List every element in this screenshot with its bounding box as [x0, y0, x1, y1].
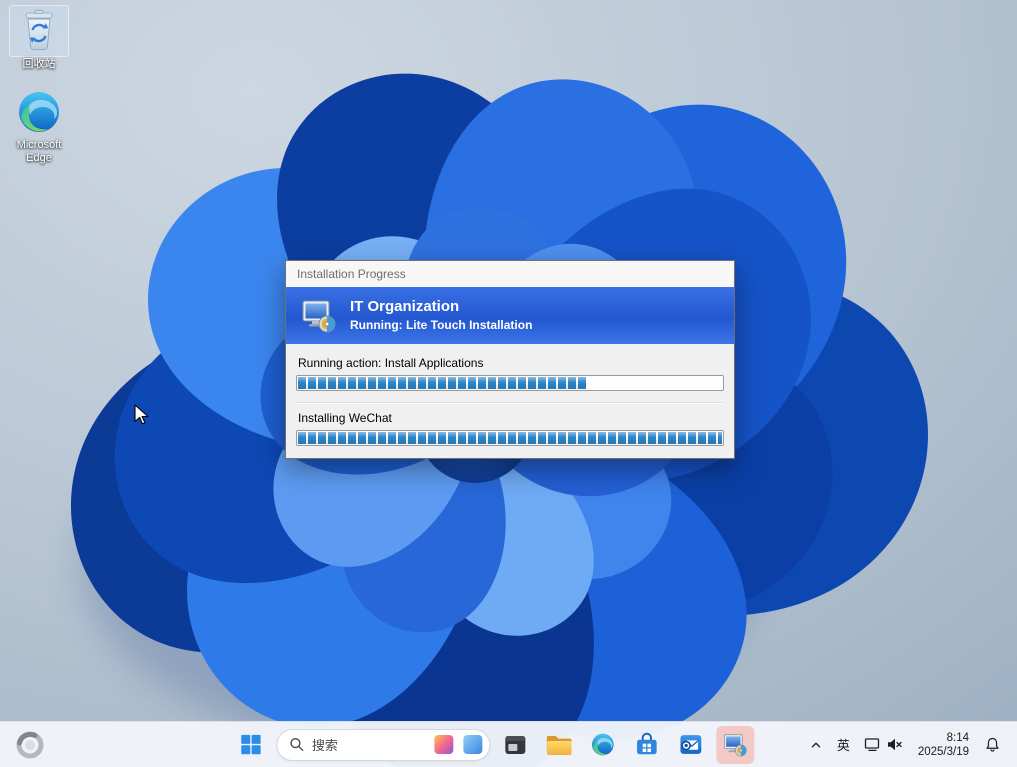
- installing-label: Installing WeChat: [298, 411, 392, 425]
- taskbar-app-window[interactable]: [496, 726, 534, 764]
- mdt-installer-icon: [302, 300, 336, 332]
- tray-clock[interactable]: 8:14 2025/3/19: [911, 727, 976, 763]
- windows-logo-icon: [241, 734, 261, 755]
- clock-date: 2025/3/19: [917, 745, 969, 758]
- app-window-icon: [504, 735, 525, 754]
- installing-progressbar: [296, 430, 724, 446]
- chevron-up-icon: [811, 742, 820, 747]
- search-icon: [289, 737, 303, 752]
- dialog-banner: IT Organization Running: Lite Touch Inst…: [286, 287, 734, 344]
- taskbar-mdt-installer[interactable]: [715, 725, 754, 764]
- search-placeholder: 搜索: [311, 738, 338, 753]
- tray-chevron-up[interactable]: [803, 727, 829, 763]
- dialog-divider: [296, 402, 724, 404]
- desktop-icon-list: 回收站 Microsoft Edge: [2, 5, 76, 165]
- clock-time: 8:14: [946, 731, 969, 744]
- taskbar: 搜索 英 8:14 2025/3/19: [0, 721, 1017, 767]
- corner-widget-icon[interactable]: [15, 730, 45, 760]
- file-explorer-icon: [546, 735, 572, 755]
- taskbar-outlook[interactable]: [672, 726, 710, 764]
- desktop: 回收站 Microsoft Edge Installation Progress…: [0, 0, 1017, 767]
- dialog-banner-title: IT Organization: [350, 298, 460, 315]
- edge-icon: [10, 87, 68, 137]
- recycle-bin-icon: [9, 5, 69, 57]
- taskbar-center: 搜索: [232, 722, 754, 767]
- installation-progress-dialog: Installation Progress IT Organization Ru…: [285, 260, 735, 459]
- taskbar-tray: 英 8:14 2025/3/19: [803, 722, 1015, 767]
- dialog-banner-subtitle: Running: Lite Touch Installation: [350, 318, 533, 332]
- desktop-icon-edge[interactable]: Microsoft Edge: [2, 87, 76, 165]
- edge-taskbar-icon: [591, 733, 614, 756]
- ime-language-label: 英: [836, 738, 850, 753]
- search-image-icon: [462, 735, 482, 754]
- desktop-icon-recycle-bin[interactable]: 回收站: [2, 5, 76, 71]
- network-icon: [864, 738, 879, 752]
- taskbar-edge[interactable]: [584, 726, 622, 764]
- running-action-progressbar: [296, 375, 724, 391]
- notification-bell-icon: [986, 737, 999, 752]
- running-action-label: Running action: Install Applications: [298, 356, 484, 370]
- recycle-bin-label: 回收站: [22, 58, 56, 70]
- tray-status-icons[interactable]: [858, 727, 909, 763]
- dialog-titlebar[interactable]: Installation Progress: [286, 261, 734, 287]
- running-action-progress-fill: [298, 377, 587, 389]
- mdt-installer-taskbar-icon: [723, 733, 747, 756]
- taskbar-file-explorer[interactable]: [540, 726, 578, 764]
- start-button[interactable]: [232, 726, 270, 764]
- dialog-title: Installation Progress: [297, 267, 406, 281]
- installing-progress-fill: [298, 432, 722, 444]
- tray-ime-indicator[interactable]: 英: [831, 727, 856, 763]
- edge-label: Microsoft Edge: [16, 139, 62, 164]
- dialog-body: Running action: Install Applications Ins…: [286, 344, 734, 458]
- taskbar-store[interactable]: [628, 726, 666, 764]
- search-highlight-icon: [433, 735, 453, 754]
- outlook-icon: [680, 735, 702, 754]
- microsoft-store-icon: [637, 732, 657, 755]
- volume-mute-icon: [887, 738, 902, 751]
- tray-notifications[interactable]: [978, 727, 1007, 763]
- search-box[interactable]: 搜索: [275, 728, 490, 761]
